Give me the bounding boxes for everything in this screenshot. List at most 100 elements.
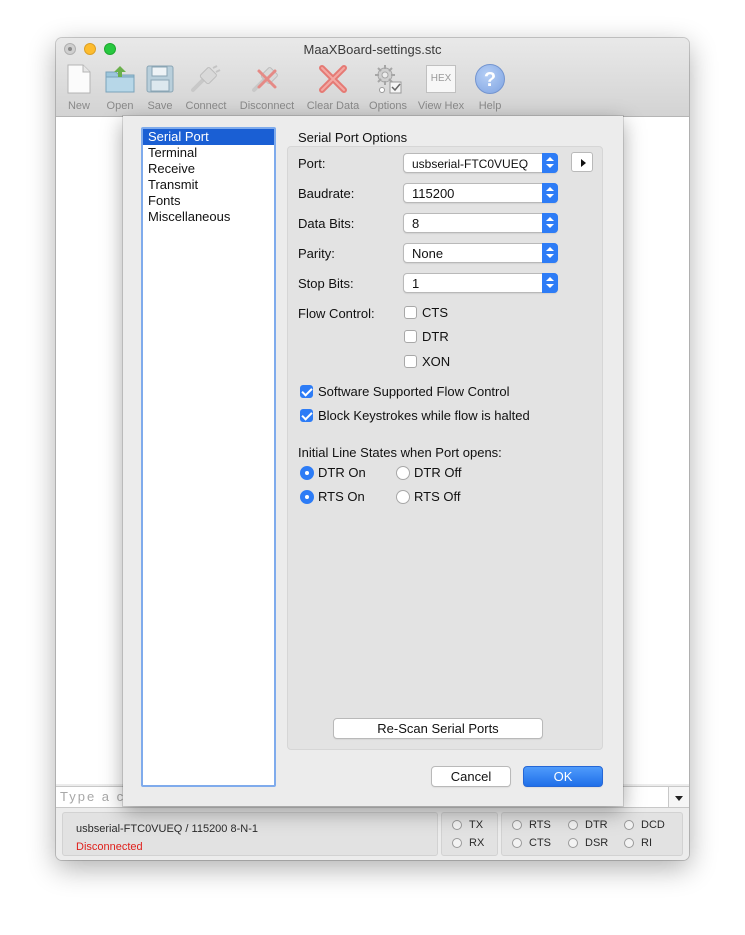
stop-bits-select[interactable]: 1 [403,273,558,293]
clear-data-label: Clear Data [306,100,360,112]
checkbox-icon [404,330,417,343]
rts-on-label: RTS On [318,489,365,504]
ri-indicator: RI [624,837,652,849]
port-settings-text: usbserial-FTC0VUEQ / 115200 8-N-1 [76,823,258,835]
options-gear-icon [366,62,410,96]
software-flow-checkbox[interactable]: Software Supported Flow Control [300,384,509,399]
connection-status-text: Disconnected [76,841,143,853]
popup-arrows-icon [542,273,558,293]
help-label: Help [478,100,502,112]
dtr-off-radio[interactable]: DTR Off [396,465,461,480]
chevron-down-icon[interactable] [668,787,689,807]
block-keystrokes-label: Block Keystrokes while flow is halted [318,408,530,423]
connect-label: Connect [185,100,227,112]
help-glyph: ? [475,64,505,94]
dsr-indicator: DSR [568,837,608,849]
xon-checkbox-label: XON [422,354,451,369]
connect-plug-icon [182,62,230,96]
rts-off-label: RTS Off [414,489,461,504]
category-item-fonts[interactable]: Fonts [143,193,274,209]
dtr-checkbox-label: DTR [422,329,449,344]
block-keystrokes-checkbox[interactable]: Block Keystrokes while flow is halted [300,408,530,423]
port-value: usbserial-FTC0VUEQ [412,157,529,171]
flow-control-label: Flow Control: [298,306,375,321]
hex-icon: HEX [414,62,468,96]
help-icon: ? [472,62,508,96]
txrx-indicator-panel: TX RX [441,812,498,856]
save-button[interactable]: Save [144,62,176,112]
baudrate-value: 115200 [412,186,455,201]
port-select[interactable]: usbserial-FTC0VUEQ [403,153,558,173]
dtr-checkbox[interactable]: DTR [404,329,449,344]
category-item-terminal[interactable]: Terminal [143,145,274,161]
cancel-button[interactable]: Cancel [431,766,511,787]
title-bar: MaaXBoard-settings.stc New Open Save Con… [56,38,689,117]
category-item-miscellaneous[interactable]: Miscellaneous [143,209,274,225]
rts-on-radio[interactable]: RTS On [300,489,365,504]
parity-select[interactable]: None [403,243,558,263]
open-button[interactable]: Open [102,62,138,112]
options-button[interactable]: Options [366,62,410,112]
rx-label: RX [469,837,485,849]
indicator-led-icon [568,820,578,830]
parity-label: Parity: [298,246,335,261]
disconnect-button[interactable]: Disconnect [236,62,298,112]
software-flow-label: Software Supported Flow Control [318,384,510,399]
radio-selected-icon [300,489,314,504]
category-item-receive[interactable]: Receive [143,161,274,177]
ri-label: RI [641,837,652,849]
category-item-transmit[interactable]: Transmit [143,177,274,193]
cts-checkbox[interactable]: CTS [404,305,448,320]
dtr-indicator: DTR [568,819,608,831]
indicator-led-icon [512,838,522,848]
save-floppy-icon [144,62,176,96]
rts-label: RTS [529,819,551,831]
category-item-serial-port[interactable]: Serial Port [143,129,274,145]
hex-glyph: HEX [426,65,456,93]
popup-arrows-icon [542,213,558,233]
cts-label: CTS [529,837,551,849]
options-label: Options [369,100,407,112]
cts-checkbox-label: CTS [422,305,448,320]
new-label: New [67,100,90,112]
radio-selected-icon [300,465,314,480]
open-folder-icon [102,62,138,96]
new-button[interactable]: New [64,62,94,112]
open-label: Open [106,100,134,112]
baudrate-label: Baudrate: [298,186,355,201]
view-hex-label: View Hex [417,100,465,112]
help-button[interactable]: ? Help [472,62,508,112]
dcd-label: DCD [641,819,665,831]
dtr-on-radio[interactable]: DTR On [300,465,366,480]
connect-button[interactable]: Connect [182,62,230,112]
data-bits-select[interactable]: 8 [403,213,558,233]
clear-data-button[interactable]: Clear Data [304,62,362,112]
rescan-serial-ports-button[interactable]: Re-Scan Serial Ports [333,718,543,739]
disconnect-plug-icon [236,62,298,96]
disconnect-label: Disconnect [239,100,295,112]
popup-arrows-icon [542,153,558,173]
cts-indicator: CTS [512,837,551,849]
popup-arrows-icon [542,183,558,203]
port-more-button[interactable] [571,152,593,172]
radio-icon [396,465,410,480]
indicator-led-icon [624,838,634,848]
indicator-led-icon [452,820,462,830]
view-hex-button[interactable]: HEX View Hex [414,62,468,112]
data-bits-label: Data Bits: [298,216,355,231]
connection-status-panel: usbserial-FTC0VUEQ / 115200 8-N-1 Discon… [62,812,438,856]
radio-icon [396,489,410,504]
line-indicator-panel: RTS CTS DTR DSR DCD RI [501,812,683,856]
xon-checkbox[interactable]: XON [404,354,450,369]
dtr-on-label: DTR On [318,465,366,480]
dcd-indicator: DCD [624,819,665,831]
category-list[interactable]: Serial Port Terminal Receive Transmit Fo… [141,127,276,787]
rts-off-radio[interactable]: RTS Off [396,489,460,504]
ok-button[interactable]: OK [523,766,603,787]
status-bar: usbserial-FTC0VUEQ / 115200 8-N-1 Discon… [56,808,689,860]
tx-indicator: TX [452,819,483,831]
popup-arrows-icon [542,243,558,263]
save-label: Save [147,100,173,112]
port-label: Port: [298,156,326,171]
baudrate-select[interactable]: 115200 [403,183,558,203]
